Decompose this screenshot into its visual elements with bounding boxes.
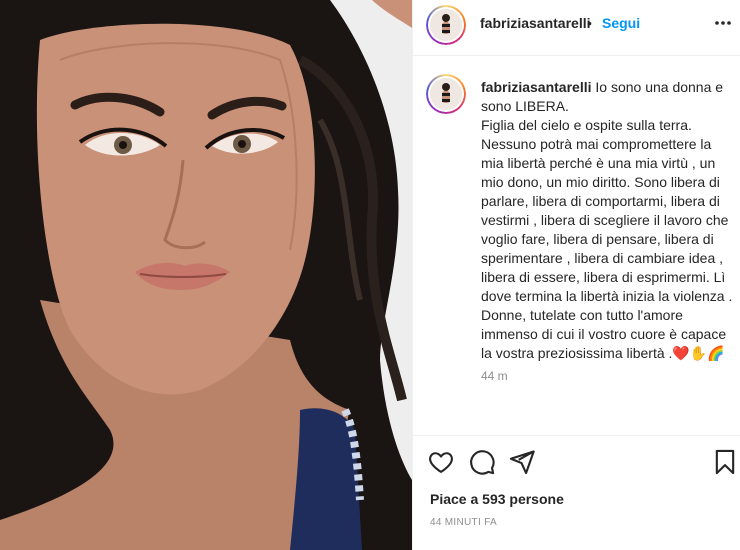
- caption-line: sperimentare , libera di cambiare idea ,: [481, 250, 724, 266]
- caption-line: Nessuno potrà mai compromettere la: [481, 136, 712, 152]
- caption-line: mio dono, un mio diritto. Sono libera di: [481, 174, 720, 190]
- caption-line: la vostra preziosissima libertà .❤️✋🌈: [481, 345, 725, 361]
- heart-icon[interactable]: [427, 448, 455, 476]
- avatar-photo: [430, 78, 462, 110]
- caption-username[interactable]: fabriziasantarelli: [481, 79, 592, 95]
- follow-button[interactable]: Segui: [602, 15, 640, 31]
- caption-line: libera di essere, libera di esprimermi. …: [481, 269, 726, 285]
- author-avatar[interactable]: [426, 5, 466, 45]
- more-options-icon[interactable]: [713, 13, 733, 33]
- author-username[interactable]: fabriziasantarelli: [480, 15, 591, 31]
- caption-line: parlare, libera di comportarmi, libera d…: [481, 193, 720, 209]
- caption-author-avatar[interactable]: [426, 74, 466, 114]
- caption-line: immenso di cui il vostro cuore è capace: [481, 326, 727, 342]
- caption-line: mia libertà perché è una mia virtù , un: [481, 155, 716, 171]
- portrait-image: [0, 0, 412, 550]
- caption-line: Donne, tutelate con tutto l'amore: [481, 307, 683, 323]
- caption-line: vestirmi , libera di scegliere il lavoro…: [481, 212, 729, 228]
- caption-line: fabriziasantarelli Io sono una donna e: [481, 79, 724, 95]
- post-date[interactable]: 44 MINUTI FA: [430, 517, 497, 528]
- post-details-panel: fabriziasantarelli • Segui fabriziasanta…: [412, 0, 740, 550]
- caption-line: sono LIBERA.: [481, 98, 569, 114]
- post-caption: fabriziasantarelli Io sono una donna e s…: [481, 78, 735, 363]
- post-photo[interactable]: [0, 0, 412, 550]
- bookmark-icon[interactable]: [711, 448, 739, 476]
- likes-count[interactable]: Piace a 593 persone: [430, 491, 564, 507]
- action-bar: [413, 435, 740, 487]
- share-icon[interactable]: [508, 448, 536, 476]
- avatar-photo: [430, 9, 462, 41]
- caption-line: Figlia del cielo e ospite sulla terra.: [481, 117, 692, 133]
- separator-dot: •: [587, 15, 592, 31]
- caption-line: voglio fare, libera di pensare, libera d…: [481, 231, 714, 247]
- caption-line: dove termina la libertà inizia la violen…: [481, 288, 733, 304]
- comment-icon[interactable]: [468, 448, 496, 476]
- caption-timestamp[interactable]: 44 m: [481, 369, 508, 383]
- post-header: fabriziasantarelli • Segui: [413, 0, 740, 56]
